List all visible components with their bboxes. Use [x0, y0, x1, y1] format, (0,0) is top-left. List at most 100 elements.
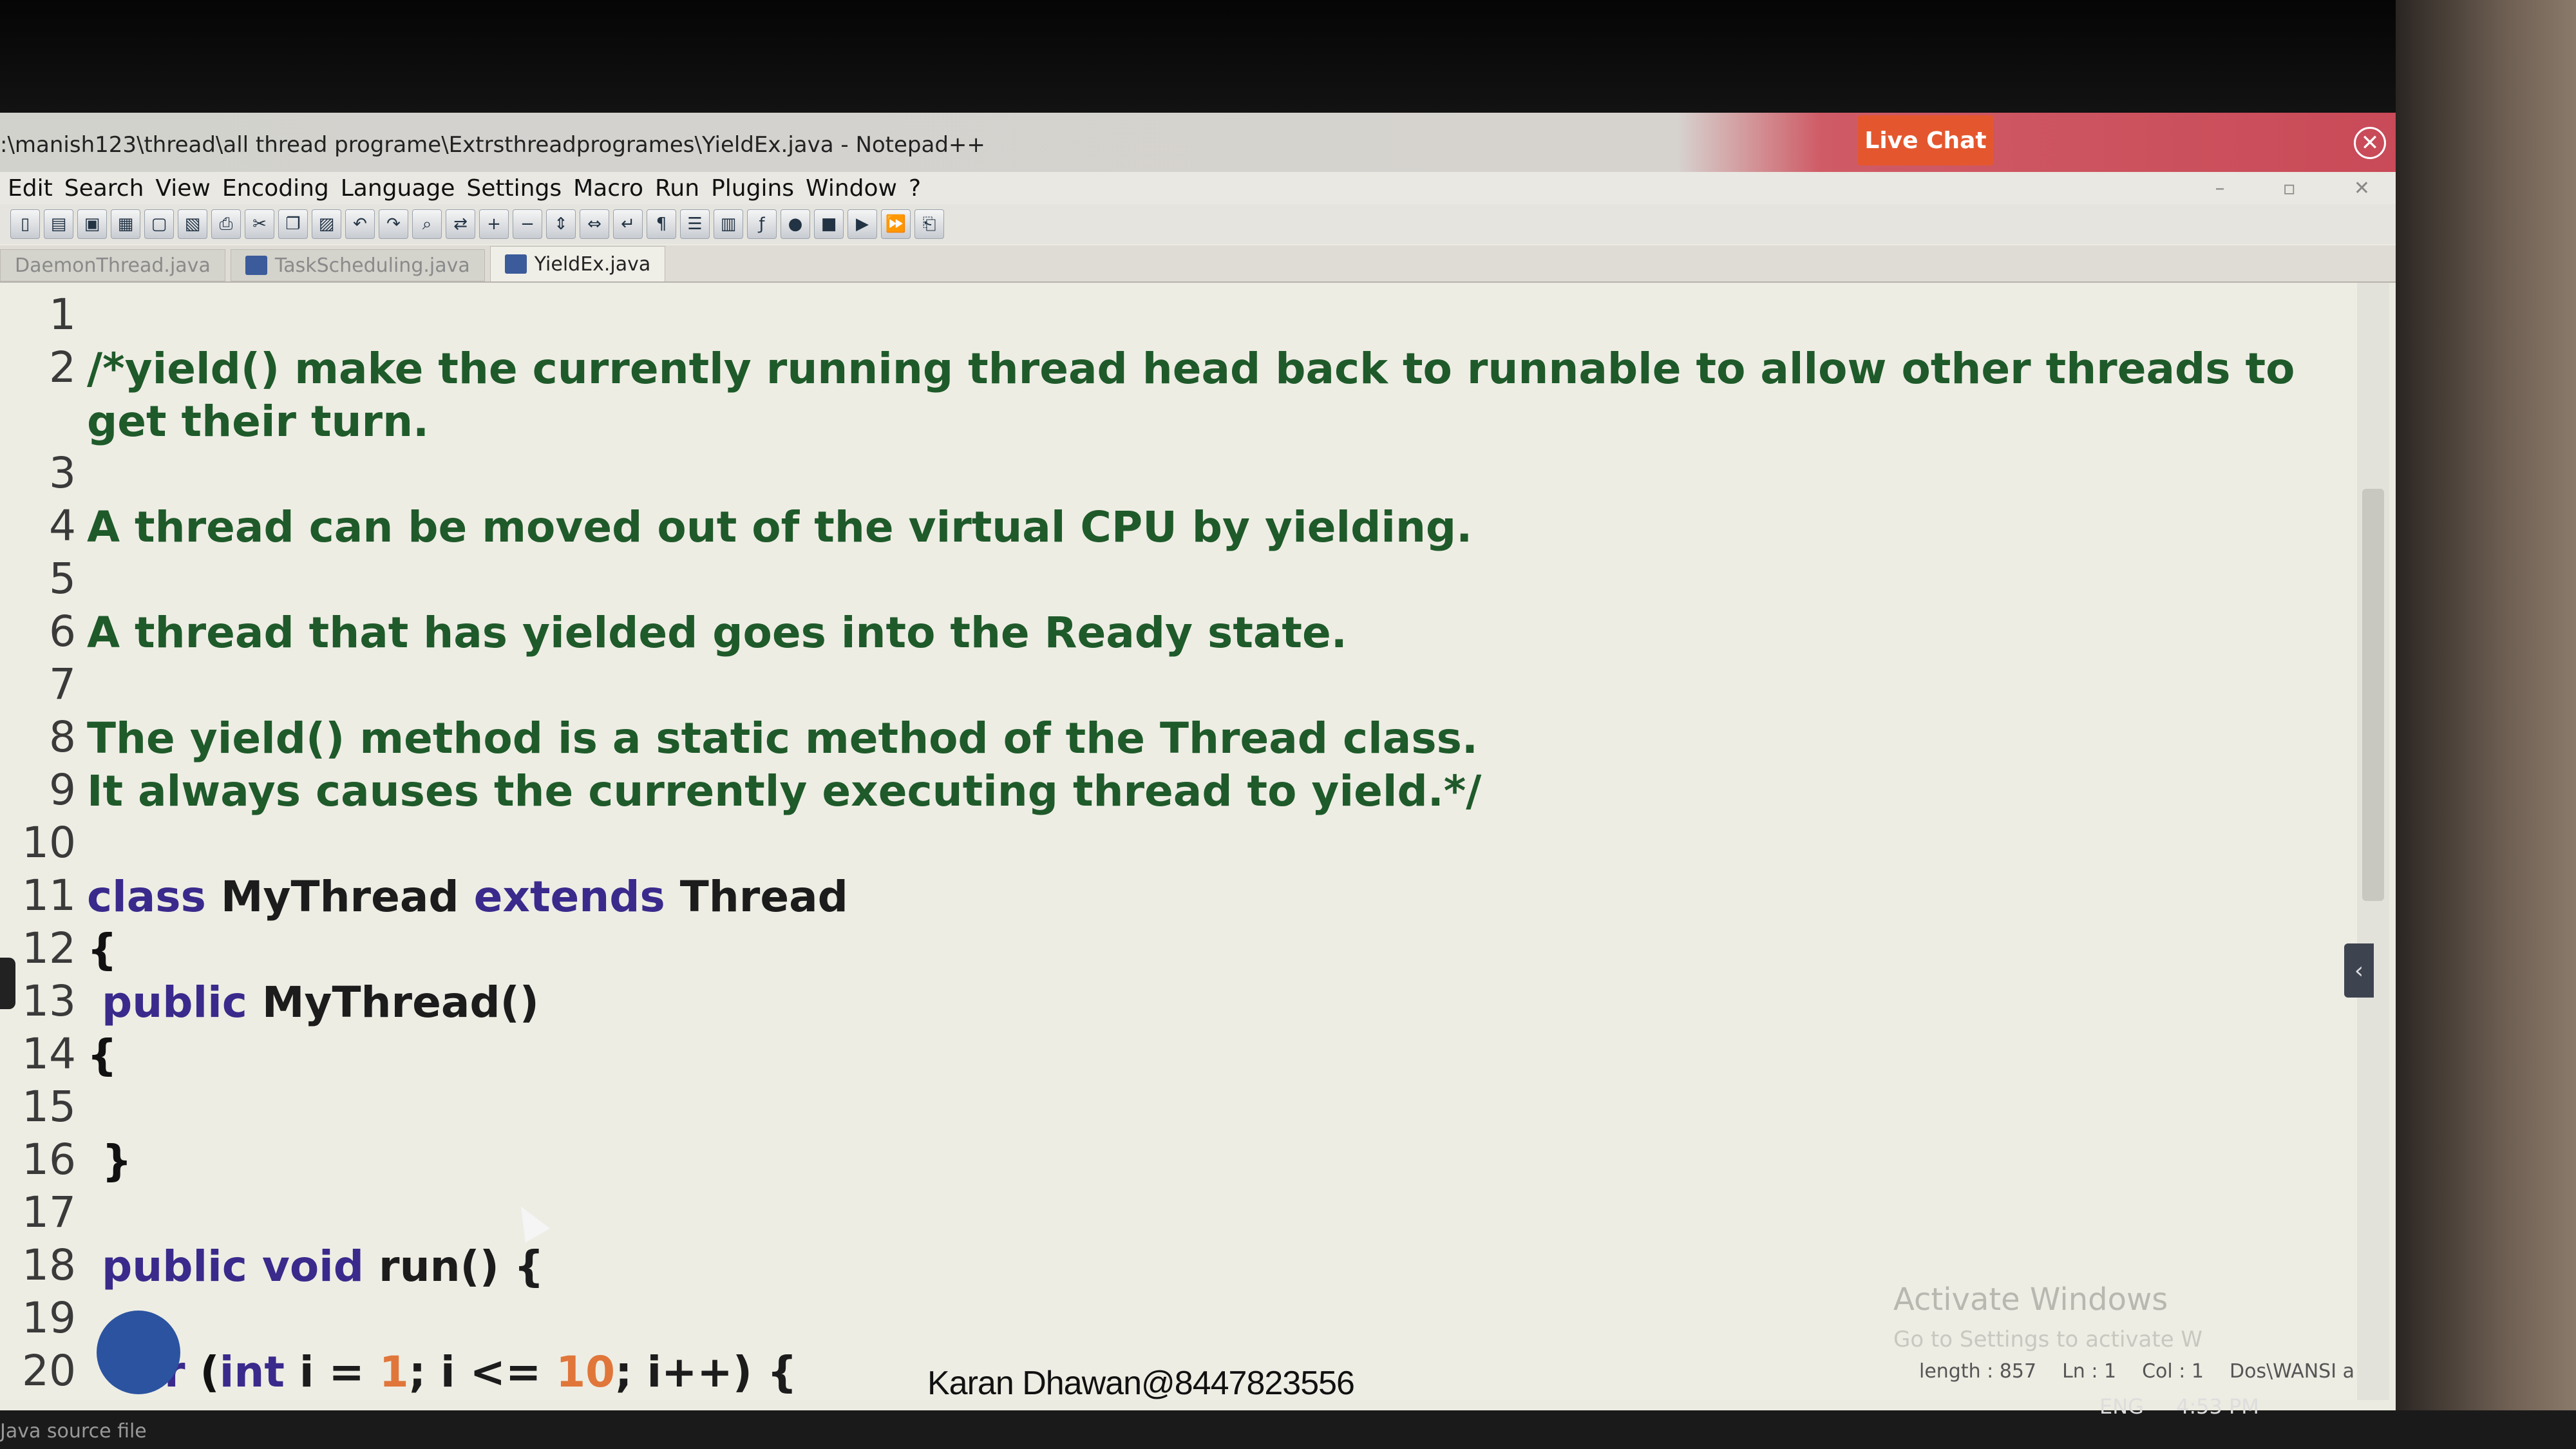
find-icon[interactable]: ⌕	[412, 209, 442, 239]
menu-item-window[interactable]: Window	[806, 175, 897, 202]
code-line[interactable]: 7	[0, 659, 2318, 710]
tab-taskscheduling[interactable]: TaskScheduling.java	[230, 249, 485, 281]
input-language[interactable]: ENG	[2099, 1394, 2144, 1419]
code-line[interactable]: 9 It always causes the currently executin…	[0, 764, 2318, 816]
code-text: public MyThread()	[87, 976, 539, 1030]
restore-icon[interactable]: ▫	[2283, 177, 2296, 200]
redo-icon[interactable]: ↷	[379, 209, 408, 239]
line-number: 1	[49, 290, 76, 339]
menu-item-search[interactable]: Search	[64, 175, 144, 202]
code-token: MyThread	[220, 872, 474, 922]
window-title: :\manish123\thread\all thread programe\E…	[0, 132, 985, 158]
play-macro-icon[interactable]: ▶	[848, 209, 877, 239]
menu-item-help[interactable]: ?	[909, 175, 921, 202]
line-number: 16	[22, 1135, 76, 1184]
undo-icon[interactable]: ↶	[345, 209, 375, 239]
code-line[interactable]: 8 The yield() method is a static method o…	[0, 712, 2318, 763]
line-marker	[0, 958, 15, 1009]
line-number: 6	[49, 607, 76, 656]
show-symbols-icon[interactable]: ¶	[647, 209, 676, 239]
chevron-left-icon[interactable]: ‹	[2344, 943, 2374, 998]
menu-item-view[interactable]: View	[155, 175, 210, 202]
menu-item-run[interactable]: Run	[655, 175, 699, 202]
menu-item-macro[interactable]: Macro	[573, 175, 643, 202]
save-all-icon[interactable]: ▦	[111, 209, 140, 239]
save-icon[interactable]: ▣	[77, 209, 107, 239]
live-chat-button[interactable]: Live Chat	[1858, 115, 1993, 166]
code-token: int	[219, 1347, 299, 1397]
open-file-icon[interactable]: ▤	[44, 209, 73, 239]
code-line[interactable]: 1	[0, 289, 2318, 341]
print-icon[interactable]: ⎙	[211, 209, 241, 239]
minimize-icon[interactable]: –	[2215, 177, 2225, 200]
code-line[interactable]: 12{	[0, 923, 2318, 974]
code-line[interactable]: 13 public MyThread()	[0, 976, 2318, 1027]
line-number: 18	[22, 1240, 76, 1290]
tab-daemonthread[interactable]: DaemonThread.java	[0, 249, 225, 281]
cut-icon[interactable]: ✂	[245, 209, 274, 239]
run-macro-multiple-icon[interactable]: ⏩	[881, 209, 911, 239]
save-macro-icon[interactable]: ⎗	[914, 209, 944, 239]
title-bar: :\manish123\thread\all thread programe\E…	[0, 113, 2396, 172]
tab-label: TaskScheduling.java	[274, 254, 470, 277]
menu-item-plugins[interactable]: Plugins	[711, 175, 794, 202]
code-line[interactable]: 14{	[0, 1028, 2318, 1080]
function-list-icon[interactable]: ƒ	[747, 209, 777, 239]
code-line[interactable]: 2/*yield() make the currently running th…	[0, 342, 2318, 393]
close-all-icon[interactable]: ▧	[178, 209, 207, 239]
code-editor[interactable]: 1 2/*yield() make the currently running t…	[0, 283, 2370, 1400]
status-column: Col : 1	[2142, 1360, 2204, 1383]
tab-yieldex[interactable]: YieldEx.java	[489, 246, 666, 281]
code-line[interactable]: 15	[0, 1081, 2318, 1133]
sync-v-icon[interactable]: ⇕	[546, 209, 576, 239]
monitor-bezel-top	[0, 0, 2576, 129]
new-file-icon[interactable]: ▯	[10, 209, 40, 239]
record-macro-icon[interactable]: ●	[781, 209, 810, 239]
code-line[interactable]: 10	[0, 817, 2318, 869]
scrollbar-thumb[interactable]	[2362, 489, 2384, 901]
status-length: length : 857	[1919, 1360, 2037, 1383]
code-line[interactable]: 11 class MyThread extends Thread	[0, 870, 2318, 922]
menu-item-edit[interactable]: Edit	[8, 175, 53, 202]
code-token: ; i <=	[408, 1347, 556, 1397]
code-line[interactable]: 6A thread that has yielded goes into the…	[0, 606, 2318, 658]
code-text: get their turn.	[87, 395, 429, 449]
line-number: 14	[22, 1029, 76, 1079]
wrap-icon[interactable]: ↵	[613, 209, 643, 239]
code-line[interactable]: 5	[0, 553, 2318, 605]
file-icon	[245, 256, 267, 275]
code-line[interactable]: 4A thread can be moved out of the virtua…	[0, 500, 2318, 552]
replace-icon[interactable]: ⇄	[446, 209, 475, 239]
line-number: 5	[49, 554, 76, 603]
zoom-out-icon[interactable]: −	[513, 209, 542, 239]
stop-macro-icon[interactable]: ■	[814, 209, 844, 239]
vertical-scrollbar[interactable]	[2357, 283, 2389, 1400]
line-number: 15	[22, 1082, 76, 1132]
code-text: public void run() {	[87, 1240, 544, 1294]
doc-map-icon[interactable]: ▥	[714, 209, 743, 239]
menu-item-language[interactable]: Language	[341, 175, 455, 202]
menu-item-settings[interactable]: Settings	[466, 175, 562, 202]
code-token: MyThread()	[261, 978, 539, 1027]
close-doc-icon[interactable]: ✕	[2354, 177, 2370, 200]
indent-guide-icon[interactable]: ☰	[680, 209, 710, 239]
clock[interactable]: 4:53 PM	[2176, 1394, 2259, 1419]
zoom-in-icon[interactable]: +	[479, 209, 509, 239]
line-number: 2	[49, 343, 76, 392]
code-line[interactable]: 3	[0, 448, 2318, 499]
code-text: {	[87, 1028, 117, 1083]
menu-item-encoding[interactable]: Encoding	[222, 175, 329, 202]
code-line[interactable]: 17	[0, 1187, 2318, 1238]
close-file-icon[interactable]: ▢	[144, 209, 174, 239]
code-token: Thread	[679, 872, 848, 922]
code-line[interactable]: get their turn.	[0, 395, 2318, 446]
copy-icon[interactable]: ❐	[278, 209, 308, 239]
close-icon[interactable]: ✕	[2354, 127, 2386, 159]
sync-h-icon[interactable]: ⇔	[580, 209, 609, 239]
code-token: A thread that has yielded goes into the …	[87, 608, 1347, 658]
code-line[interactable]: 16 }	[0, 1134, 2318, 1186]
tab-label: DaemonThread.java	[15, 254, 211, 277]
menu-bar: Edit Search View Encoding Language Setti…	[0, 172, 2396, 204]
paste-icon[interactable]: ▨	[312, 209, 341, 239]
notepad-plus-plus-window: :\manish123\thread\all thread programe\E…	[0, 113, 2396, 1449]
